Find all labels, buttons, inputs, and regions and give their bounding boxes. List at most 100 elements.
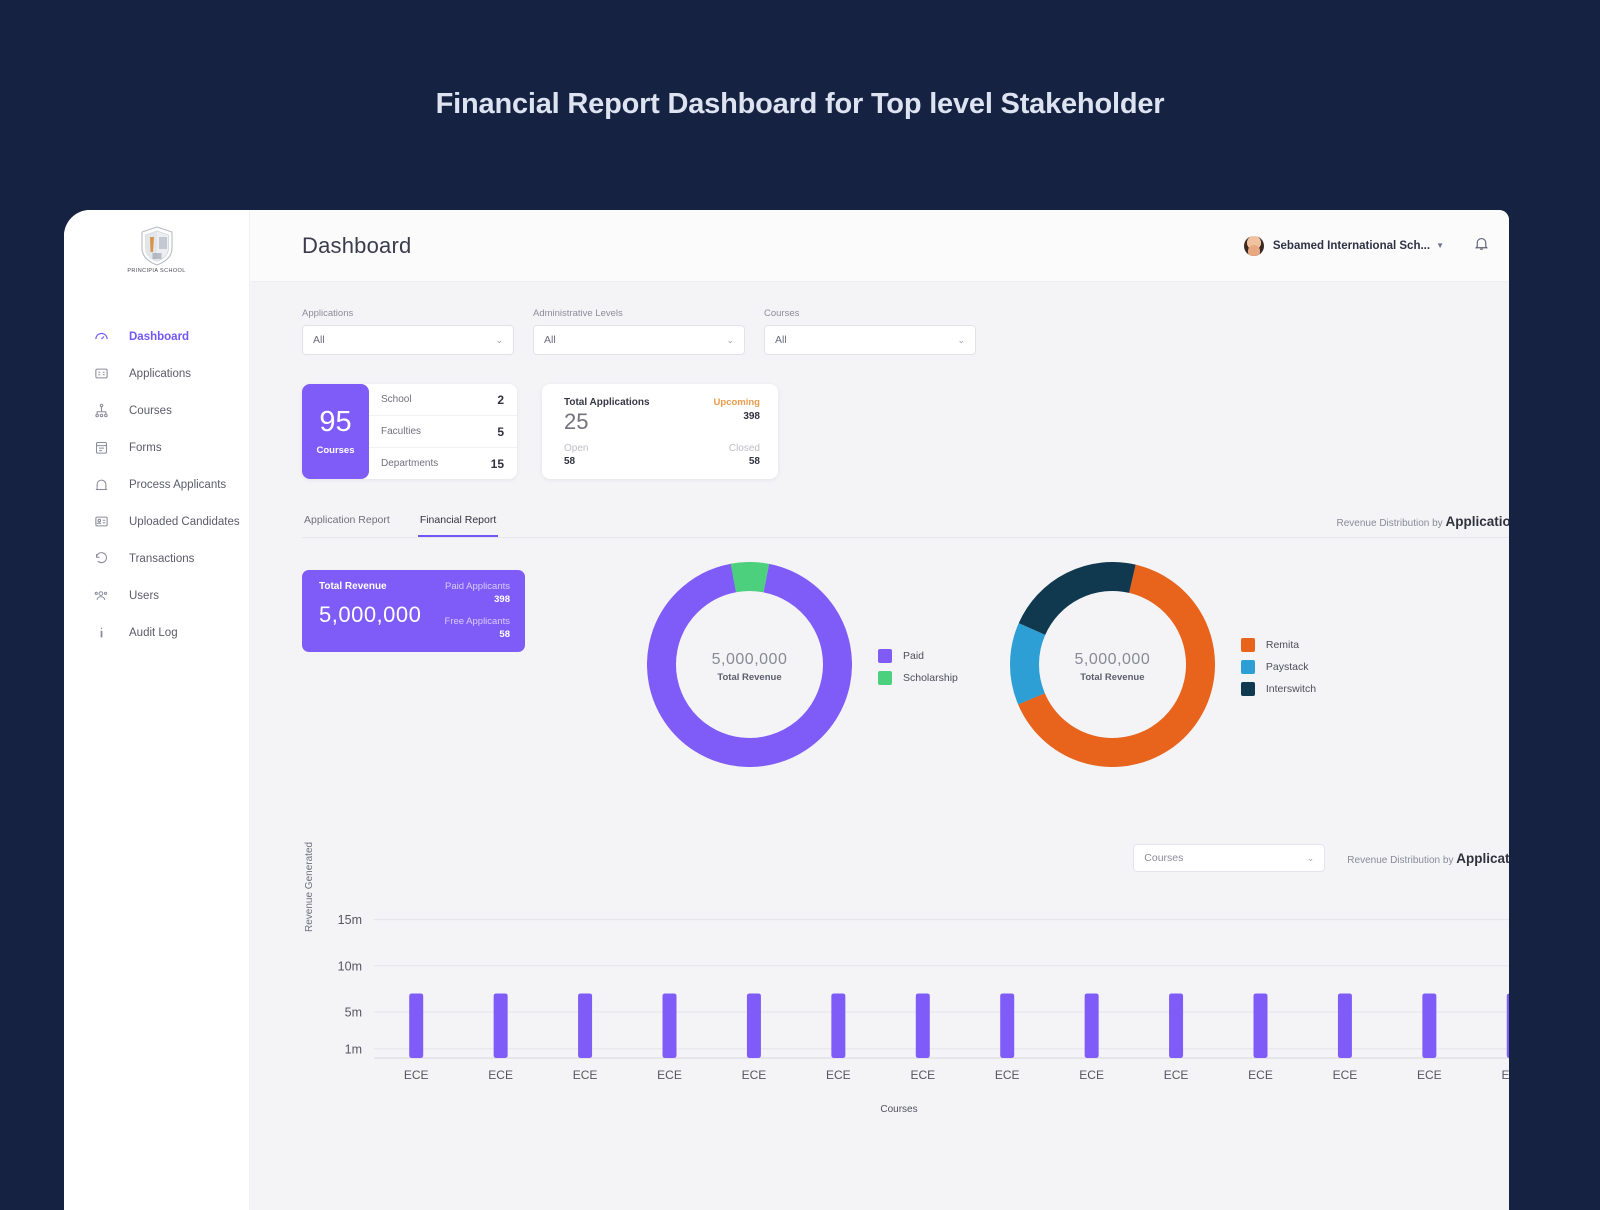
sidebar-item-uploaded-candidates[interactable]: Uploaded Candidates (64, 503, 249, 540)
avatar (1243, 235, 1264, 256)
app-window: PRINCIPIA SCHOOL Dashboard Applications … (64, 210, 1509, 1210)
bar[interactable] (1084, 993, 1099, 1058)
revenue-left: Total Revenue 5,000,000 (319, 581, 421, 642)
sidebar-item-label: Applications (129, 367, 192, 380)
x-tick-label: ECE (1501, 1068, 1509, 1082)
sidebar-item-process-applicants[interactable]: Process Applicants (64, 466, 249, 503)
x-tick-label: ECE (995, 1068, 1020, 1082)
bar[interactable] (409, 993, 424, 1058)
chevron-down-icon[interactable]: ▼ (1436, 241, 1444, 250)
bar-chart-svg: 15m 10m 5m 1m ECE ECE ECE ECE ECE ECE ECE ECE ECE ECE… (338, 913, 1509, 1082)
revenue-right: Paid Applicants 398 Free Applicants 58 (445, 581, 510, 642)
open-value: 58 (564, 456, 576, 467)
info-icon (94, 625, 114, 641)
select-value: Courses (1144, 852, 1184, 864)
row-value: 15 (490, 456, 504, 471)
id-card-icon (94, 366, 114, 382)
bar[interactable] (1506, 993, 1509, 1058)
closed-stat: Closed 58 (729, 443, 760, 467)
table-row: Departments 15 (369, 448, 517, 479)
legend-label: Remita (1265, 639, 1300, 651)
profile-button[interactable] (1500, 227, 1509, 265)
applications-left: Total Applications 25 (564, 397, 650, 436)
donut-graphic: 5,000,000 Total Revenue (647, 561, 852, 772)
free-applicants-value: 58 (499, 629, 510, 640)
filter-label: Administrative Levels (533, 308, 623, 319)
x-tick-label: ECE (742, 1068, 767, 1082)
courses-stat-card: 95 Courses School 2 Faculties 5 Departme… (302, 384, 517, 479)
principia-school-shield-icon (140, 226, 173, 266)
applications-select[interactable]: All ⌄ (302, 325, 514, 355)
sidebar-item-courses[interactable]: Courses (64, 392, 249, 429)
courses-select[interactable]: All ⌄ (764, 325, 976, 355)
sidebar-item-audit-log[interactable]: Audit Log (64, 614, 249, 651)
sidebar-item-label: Process Applicants (129, 478, 227, 491)
sidebar-item-label: Transactions (129, 552, 195, 565)
legend-swatch (878, 671, 892, 685)
x-tick-label: ECE (573, 1068, 598, 1082)
chevron-down-icon: ⌄ (1306, 852, 1315, 863)
legend-item: Remita (1240, 638, 1316, 652)
courses-breakdown: School 2 Faculties 5 Departments 15 (369, 384, 517, 479)
org-switcher-label[interactable]: Sebamed International Sch... (1273, 240, 1430, 252)
sidebar: PRINCIPIA SCHOOL Dashboard Applications … (64, 210, 250, 1210)
bar[interactable] (1253, 993, 1268, 1058)
administrative-levels-select[interactable]: All ⌄ (533, 325, 745, 355)
bell-icon (1473, 235, 1490, 257)
legend-label: Interswitch (1265, 683, 1317, 695)
legend-swatch (1240, 638, 1255, 652)
closed-value: 58 (748, 456, 760, 467)
bar[interactable] (1169, 993, 1184, 1058)
x-tick-label: ECE (657, 1068, 682, 1082)
legend-swatch (1240, 682, 1255, 696)
bar[interactable] (662, 993, 677, 1058)
bar[interactable] (746, 993, 761, 1058)
sidebar-item-label: Audit Log (129, 626, 178, 639)
x-tick-label: ECE (1333, 1068, 1358, 1082)
bar[interactable] (578, 993, 593, 1058)
tab-financial-report[interactable]: Financial Report (417, 514, 499, 537)
x-tick-label: ECE (910, 1068, 935, 1082)
applications-total: 25 (564, 409, 589, 434)
users-icon (94, 588, 114, 604)
courses-count-badge: 95 Courses (302, 384, 369, 479)
bar[interactable] (1337, 993, 1352, 1058)
course-filter-select[interactable]: Courses ⌄ (1133, 844, 1326, 872)
sessions-legend: Paid Scholarship (878, 649, 958, 685)
sessions-donut-chart: 5,000,000 Total Revenue Paid Scholarship (647, 561, 958, 772)
x-tick-label: ECE (488, 1068, 513, 1082)
y-tick-label: 1m (345, 1042, 362, 1056)
legend-swatch (1240, 660, 1255, 674)
chevron-down-icon: ⌄ (957, 334, 965, 345)
bar[interactable] (831, 993, 846, 1058)
topbar-title: Dashboard (302, 232, 412, 258)
bar-chart-header: Courses ⌄ Revenue Distribution by Applic… (302, 844, 1509, 872)
courses-caption: Courses (316, 444, 355, 456)
tab-application-report[interactable]: Application Report (302, 514, 392, 537)
bar[interactable] (1000, 993, 1015, 1058)
upcoming-label: Upcoming (713, 397, 760, 408)
bar[interactable] (1422, 993, 1437, 1058)
donut-slice-paid (647, 562, 852, 768)
y-tick-label: 10m (338, 959, 362, 973)
sidebar-item-users[interactable]: Users (64, 577, 249, 614)
sessions-heading-strong: Application Sessions (1445, 514, 1509, 529)
sidebar-item-label: Dashboard (129, 330, 190, 343)
person-arch-icon (94, 477, 114, 493)
filter-courses: Courses All ⌄ (764, 308, 976, 355)
sidebar-item-applications[interactable]: Applications (64, 355, 249, 392)
revenue-title: Total Revenue (319, 581, 387, 592)
sidebar-item-transactions[interactable]: Transactions (64, 540, 249, 577)
revenue-amount: 5,000,000 (319, 602, 422, 627)
bar[interactable] (915, 993, 930, 1058)
brand: PRINCIPIA SCHOOL (64, 210, 249, 282)
y-tick-label: 5m (345, 1005, 362, 1019)
sidebar-item-dashboard[interactable]: Dashboard (64, 318, 249, 355)
sidebar-item-forms[interactable]: Forms (64, 429, 249, 466)
sidebar-item-label: Forms (129, 441, 162, 454)
bar[interactable] (493, 993, 508, 1058)
donut-section: Total Revenue 5,000,000 Paid Applicants … (302, 561, 1509, 772)
notifications-button[interactable] (1462, 227, 1500, 265)
applications-top: Total Applications 25 Upcoming 398 (564, 397, 760, 436)
legend-item: Interswitch (1240, 682, 1317, 696)
